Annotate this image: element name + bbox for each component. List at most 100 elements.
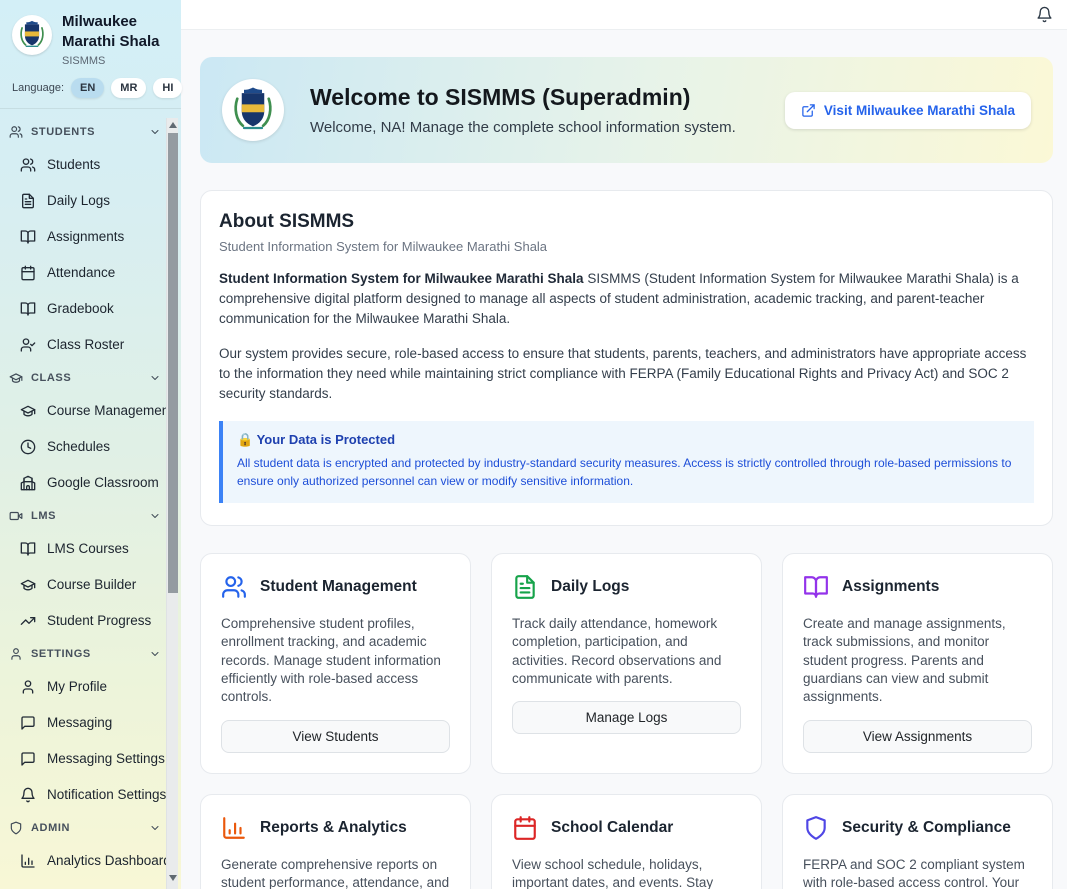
sidebar-item-assignments[interactable]: Assignments	[0, 219, 181, 255]
manage-logs-button[interactable]: Manage Logs	[512, 701, 741, 734]
sidebar-item-label: Messaging Settings	[47, 751, 165, 766]
about-title: About SISMMS	[219, 211, 1034, 233]
sidebar-item-label: Analytics Dashboard	[47, 853, 171, 868]
users-icon	[20, 157, 36, 173]
users-icon	[9, 125, 23, 139]
external-link-icon	[801, 103, 816, 118]
card-description: Create and manage assignments, track sub…	[803, 615, 1032, 707]
card-school-calendar: School Calendar View school schedule, ho…	[491, 794, 762, 889]
card-title: Student Management	[260, 578, 417, 596]
sidebar-item-course-builder[interactable]: Course Builder	[0, 567, 181, 603]
sidebar-item-label: My Profile	[47, 679, 107, 694]
sidebar-item-label: Students	[47, 157, 100, 172]
about-paragraph-1: Student Information System for Milwaukee…	[219, 269, 1034, 329]
section-settings[interactable]: SETTINGS	[0, 639, 181, 669]
card-description: FERPA and SOC 2 compliant system with ro…	[803, 856, 1032, 889]
bar-chart-icon	[221, 815, 247, 841]
section-class[interactable]: CLASS	[0, 363, 181, 393]
notice-body: All student data is encrypted and protec…	[237, 454, 1018, 490]
visit-site-button[interactable]: Visit Milwaukee Marathi Shala	[785, 92, 1031, 129]
school-logo	[12, 15, 52, 55]
section-lms[interactable]: LMS	[0, 501, 181, 531]
lock-icon: 🔒	[237, 432, 253, 447]
book-open-icon	[20, 301, 36, 317]
sidebar-item-label: Assignments	[47, 229, 124, 244]
chevron-down-icon	[149, 126, 161, 138]
sidebar-item-class-roster[interactable]: Class Roster	[0, 327, 181, 363]
feature-cards-row-2: Reports & Analytics Generate comprehensi…	[200, 794, 1053, 889]
message-icon	[20, 751, 36, 767]
graduation-cap-icon	[9, 371, 23, 385]
book-open-icon	[20, 229, 36, 245]
graduation-cap-icon	[20, 577, 36, 593]
main-area: Welcome to SISMMS (Superadmin) Welcome, …	[181, 0, 1067, 889]
section-label: SETTINGS	[31, 648, 149, 660]
sidebar-item-lms-courses[interactable]: LMS Courses	[0, 531, 181, 567]
scroll-down-arrow[interactable]	[167, 871, 179, 885]
section-label: STUDENTS	[31, 126, 149, 138]
language-mr-button[interactable]: MR	[111, 78, 146, 98]
card-title: School Calendar	[551, 819, 673, 837]
sidebar-item-label: Course Builder	[47, 577, 136, 592]
card-description: Comprehensive student profiles, enrollme…	[221, 615, 450, 707]
view-assignments-button[interactable]: View Assignments	[803, 720, 1032, 753]
sidebar-item-course-management[interactable]: Course Management	[0, 393, 181, 429]
card-description: Track daily attendance, homework complet…	[512, 615, 741, 688]
video-icon	[9, 509, 23, 523]
section-label: ADMIN	[31, 822, 149, 834]
language-hi-button[interactable]: HI	[153, 78, 182, 98]
calendar-icon	[20, 265, 36, 281]
scrollbar-thumb[interactable]	[168, 133, 178, 593]
chevron-down-icon	[149, 648, 161, 660]
sidebar-item-schedules[interactable]: Schedules	[0, 429, 181, 465]
language-switcher: Language: EN MR HI	[12, 78, 169, 98]
sidebar-nav: STUDENTS Students Daily Logs Assignments…	[0, 109, 181, 879]
brand: Milwaukee Marathi Shala SISMMS	[12, 12, 169, 67]
book-open-icon	[20, 541, 36, 557]
sidebar-item-google-classroom[interactable]: Google Classroom	[0, 465, 181, 501]
bell-icon[interactable]	[1036, 6, 1053, 23]
bell-icon	[20, 787, 36, 803]
card-title: Security & Compliance	[842, 819, 1011, 837]
sidebar: Milwaukee Marathi Shala SISMMS Language:…	[0, 0, 181, 889]
sidebar-item-attendance[interactable]: Attendance	[0, 255, 181, 291]
sidebar-item-analytics-dashboard[interactable]: Analytics Dashboard	[0, 843, 181, 879]
sidebar-item-gradebook[interactable]: Gradebook	[0, 291, 181, 327]
message-icon	[20, 715, 36, 731]
book-open-icon	[803, 574, 829, 600]
card-title: Reports & Analytics	[260, 819, 407, 837]
chevron-down-icon	[149, 510, 161, 522]
sidebar-item-messaging[interactable]: Messaging	[0, 705, 181, 741]
sidebar-item-students[interactable]: Students	[0, 147, 181, 183]
card-title: Assignments	[842, 578, 939, 596]
users-icon	[221, 574, 247, 600]
about-subtitle: Student Information System for Milwaukee…	[219, 239, 1034, 254]
about-card: About SISMMS Student Information System …	[200, 190, 1053, 526]
sidebar-item-daily-logs[interactable]: Daily Logs	[0, 183, 181, 219]
sidebar-item-student-progress[interactable]: Student Progress	[0, 603, 181, 639]
sidebar-item-label: LMS Courses	[47, 541, 129, 556]
graduation-cap-icon	[20, 403, 36, 419]
sidebar-item-notification-settings[interactable]: Notification Settings	[0, 777, 181, 813]
school-logo	[222, 79, 284, 141]
sidebar-header: Milwaukee Marathi Shala SISMMS Language:…	[0, 0, 181, 109]
sidebar-item-my-profile[interactable]: My Profile	[0, 669, 181, 705]
language-en-button[interactable]: EN	[71, 78, 104, 98]
content: Welcome to SISMMS (Superadmin) Welcome, …	[181, 30, 1067, 889]
user-check-icon	[20, 337, 36, 353]
sidebar-item-label: Attendance	[47, 265, 115, 280]
card-daily-logs: Daily Logs Track daily attendance, homew…	[491, 553, 762, 774]
sidebar-item-messaging-settings[interactable]: Messaging Settings	[0, 741, 181, 777]
data-protected-notice: 🔒 Your Data is Protected All student dat…	[219, 421, 1034, 503]
sidebar-scrollbar[interactable]	[166, 118, 178, 889]
section-label: CLASS	[31, 372, 149, 384]
card-security-compliance: Security & Compliance FERPA and SOC 2 co…	[782, 794, 1053, 889]
card-description: View school schedule, holidays, importan…	[512, 856, 741, 889]
clock-icon	[20, 439, 36, 455]
view-students-button[interactable]: View Students	[221, 720, 450, 753]
scroll-up-arrow[interactable]	[167, 118, 179, 132]
section-students[interactable]: STUDENTS	[0, 117, 181, 147]
user-icon	[20, 679, 36, 695]
sidebar-item-label: Student Progress	[47, 613, 151, 628]
section-admin[interactable]: ADMIN	[0, 813, 181, 843]
